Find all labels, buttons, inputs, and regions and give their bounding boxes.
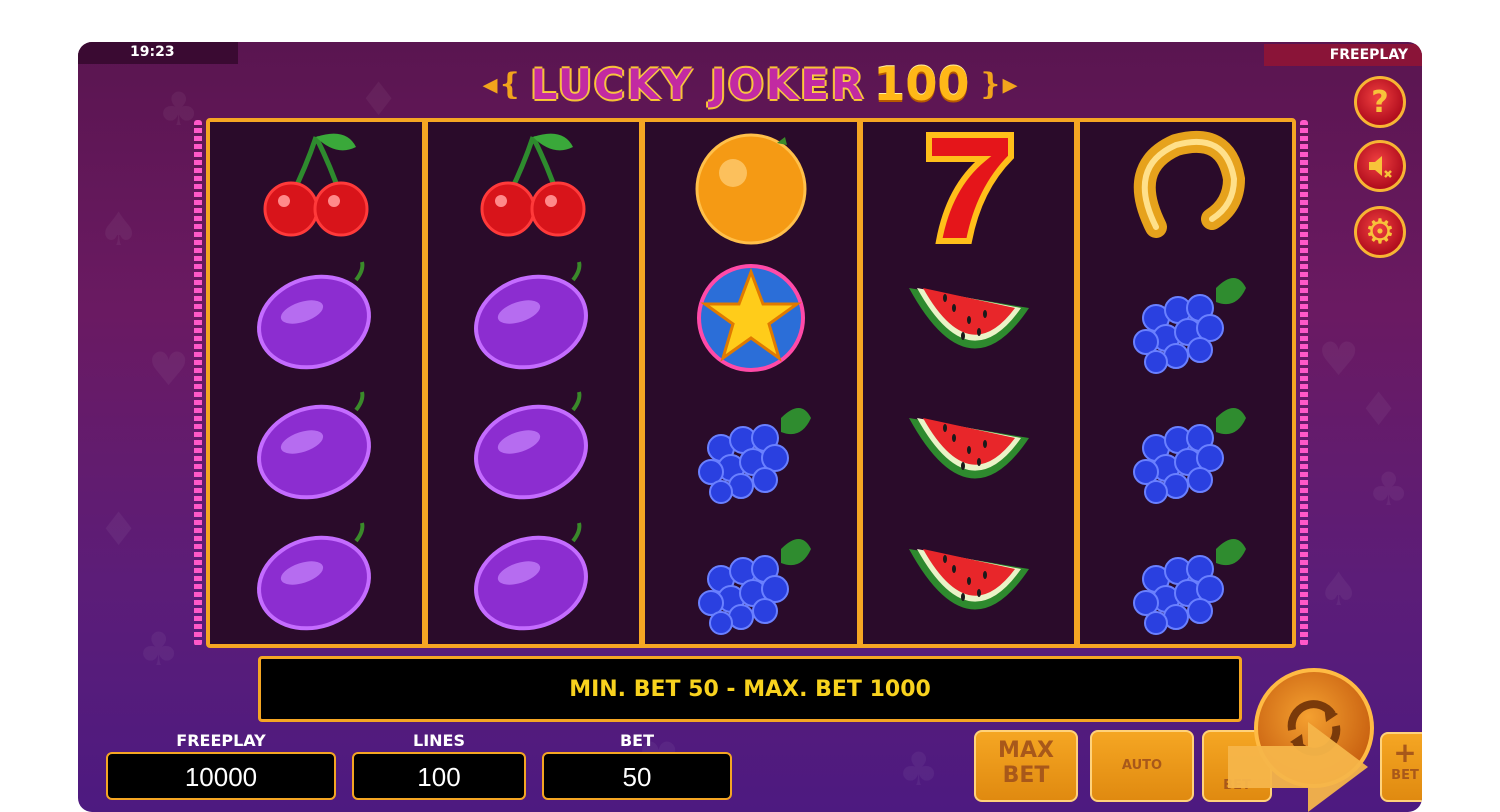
watermelon-symbol-icon	[899, 258, 1039, 378]
cherries-symbol-icon	[246, 127, 386, 247]
max-bet-line1: MAX	[998, 738, 1054, 763]
freeplay-balance: 10000	[106, 752, 336, 800]
help-button[interactable]: ?	[1354, 76, 1406, 128]
watermelon-symbol-icon	[899, 519, 1039, 639]
help-icon: ?	[1371, 84, 1389, 120]
auto-button[interactable]: AUTO	[1090, 730, 1194, 802]
auto-label: AUTO	[1121, 758, 1163, 773]
star-symbol-icon	[681, 258, 821, 378]
reel-5	[1080, 122, 1292, 644]
game-logo: ◂❴ LUCKY JOKER 100 ❵▸	[418, 54, 1082, 114]
plum-symbol-icon	[246, 388, 386, 508]
left-line-indicator	[194, 120, 202, 646]
max-bet-line2: BET	[1002, 763, 1050, 788]
reel-4	[862, 122, 1075, 644]
bet-plus-button[interactable]: + BET	[1380, 732, 1422, 802]
plum-symbol-icon	[463, 388, 603, 508]
grapes-symbol-icon	[1116, 388, 1256, 508]
reel-1	[210, 122, 422, 644]
sound-button[interactable]	[1354, 140, 1406, 192]
lines-value[interactable]: 100	[352, 752, 526, 800]
seven-symbol-icon	[899, 127, 1039, 247]
speaker-muted-icon	[1369, 156, 1392, 178]
plum-symbol-icon	[463, 519, 603, 639]
game-frame: ♣ ♦ ♠ ♥ ♦ ♣ ♥ ♣ ♠ ♦ ♣ ♥ 19:23 FREEPLAY ◂…	[78, 42, 1422, 812]
grapes-symbol-icon	[1116, 258, 1256, 378]
mode-badge: FREEPLAY	[1264, 44, 1422, 66]
plum-symbol-icon	[463, 258, 603, 378]
bet-label: BET	[619, 731, 655, 750]
plus-icon: +	[1393, 736, 1417, 769]
right-line-indicator	[1300, 120, 1308, 646]
plum-symbol-icon	[246, 258, 386, 378]
cherries-symbol-icon	[463, 127, 603, 247]
clock: 19:23	[130, 44, 175, 60]
grapes-symbol-icon	[681, 519, 821, 639]
clock-bar: 19:23	[78, 42, 238, 64]
grapes-symbol-icon	[1116, 519, 1256, 639]
horseshoe-symbol-icon	[1116, 127, 1256, 247]
settings-button[interactable]: ⚙	[1354, 206, 1406, 258]
gear-icon: ⚙	[1364, 212, 1396, 252]
max-bet-button[interactable]: MAX BET	[974, 730, 1078, 802]
logo-right-arrow-icon: ❵▸	[977, 66, 1018, 102]
logo-left-arrow-icon: ◂❴	[482, 66, 523, 102]
logo-number: 100	[873, 57, 970, 111]
grapes-symbol-icon	[681, 388, 821, 508]
plum-symbol-icon	[246, 519, 386, 639]
reel-2	[427, 122, 640, 644]
bet-limits-message: MIN. BET 50 - MAX. BET 1000	[569, 676, 931, 702]
lines-label: LINES	[413, 731, 465, 750]
orange-symbol-icon	[681, 127, 821, 247]
bet-value[interactable]: 50	[542, 752, 732, 800]
bet-plus-label: BET	[1391, 768, 1419, 783]
pointer-arrow-icon	[1228, 722, 1368, 812]
logo-title: LUCKY JOKER	[530, 59, 866, 109]
reel-grid	[206, 118, 1296, 648]
watermelon-symbol-icon	[899, 388, 1039, 508]
reel-3	[645, 122, 857, 644]
info-bar: MIN. BET 50 - MAX. BET 1000	[258, 656, 1242, 722]
freeplay-label: FREEPLAY	[176, 731, 266, 750]
